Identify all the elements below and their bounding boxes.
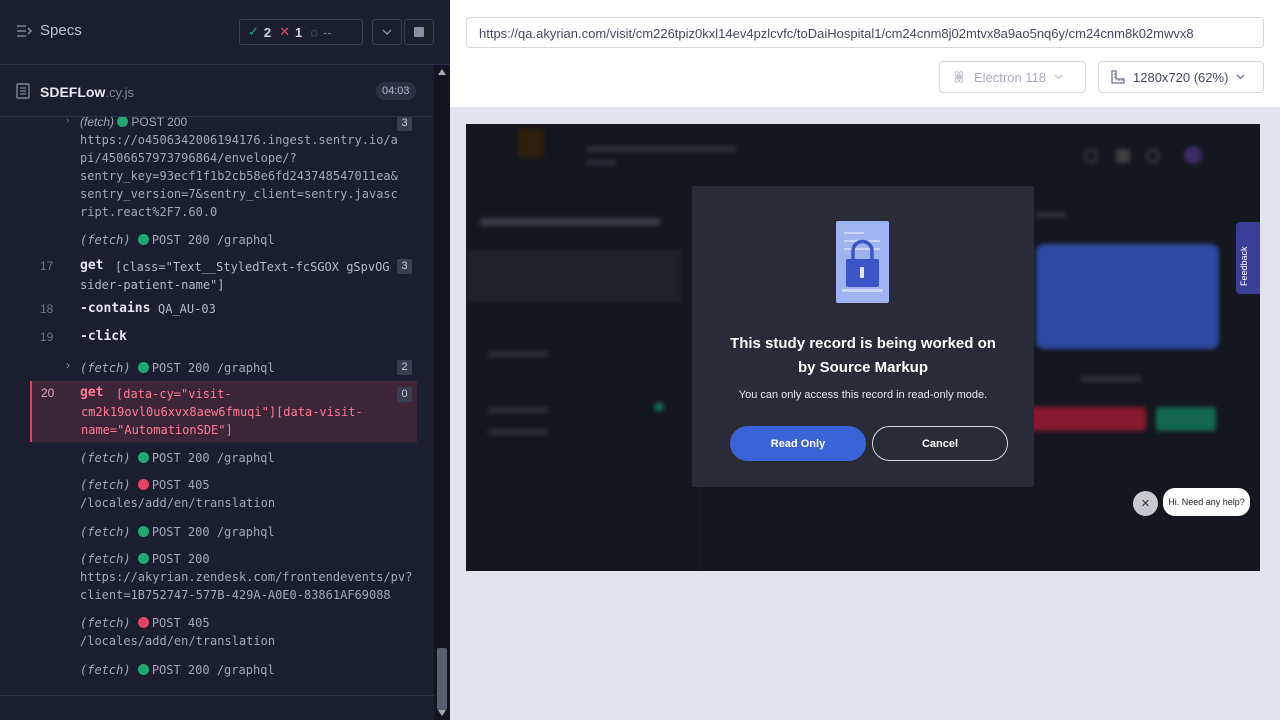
check-icon: ✓ — [248, 24, 259, 39]
command-17[interactable]: 17 get [class="Text__StyledText-fcSGOX g… — [30, 257, 417, 295]
log-entry[interactable]: (fetch) POST 405 /locales/add/en/transla… — [30, 476, 417, 514]
reporter-footer — [0, 695, 434, 720]
help-chat-bubble[interactable]: Hi. Need any help? — [1163, 488, 1250, 516]
log-entry[interactable]: (fetch) POST 200 /graphql — [30, 448, 417, 468]
log-entry[interactable]: (fetch) POST 200 /graphql — [30, 230, 417, 250]
log-entry-sentry[interactable]: › (fetch) POST 200 https://o450634200619… — [30, 117, 417, 227]
status-dot — [137, 617, 149, 628]
test-stats: ✓ 2 ✕ 1 ◌ -- — [239, 19, 363, 45]
app-preview-panel: https://qa.akyrian.com/visit/cm226tpiz0k… — [450, 0, 1280, 720]
count-badge: 3 — [397, 117, 412, 131]
viewport-select[interactable]: 1280x720 (62%) — [1098, 61, 1264, 93]
passed-count: 2 — [263, 24, 272, 40]
dialog-title: This study record is being worked on by … — [730, 335, 996, 376]
dialog-message: You can only access this record in read-… — [738, 389, 988, 401]
command-19[interactable]: 19 -click — [30, 329, 417, 349]
status-dot — [137, 664, 149, 675]
chevron-right-icon: › — [66, 117, 70, 126]
status-dot — [137, 452, 149, 463]
pending-stat: ◌ -- — [310, 25, 331, 40]
url-field[interactable]: https://qa.akyrian.com/visit/cm226tpiz0k… — [466, 17, 1264, 48]
read-only-dialog: This study record is being worked on by … — [692, 186, 1034, 487]
menu-icon — [17, 24, 32, 37]
document-icon — [16, 83, 30, 99]
chevron-down-icon — [382, 29, 392, 35]
command-20-failed[interactable]: 20 get [data-cy="visit-cm2k19ovl0u6xvx8a… — [30, 381, 417, 442]
status-dot — [137, 362, 149, 373]
read-only-button[interactable]: Read Only — [730, 426, 866, 461]
close-icon[interactable]: ✕ — [1133, 491, 1158, 516]
log-entry[interactable]: (fetch) POST 200 https://akyrian.zendesk… — [30, 550, 417, 606]
electron-icon — [954, 71, 964, 83]
status-dot — [137, 553, 149, 564]
passed-stat: ✓ 2 — [248, 24, 271, 40]
spec-duration: 04:03 — [376, 82, 416, 100]
cancel-button[interactable]: Cancel — [872, 426, 1008, 461]
expand-button[interactable] — [372, 19, 402, 45]
scroll-thumb[interactable] — [437, 648, 447, 710]
fetch-label: (fetch) — [80, 117, 115, 129]
log-entry[interactable]: (fetch) POST 405 /locales/add/en/transla… — [30, 614, 417, 652]
command-log: › (fetch) POST 200 https://o450634200619… — [0, 117, 432, 683]
log-entry[interactable]: › (fetch) POST 200 /graphql 2 — [30, 358, 417, 378]
stop-icon — [414, 27, 424, 37]
scroll-up-icon[interactable] — [438, 69, 446, 75]
chevron-down-icon — [1054, 74, 1063, 80]
reporter-header: Specs ✓ 2 ✕ 1 ◌ -- — [0, 0, 450, 65]
log-entry[interactable]: (fetch) POST 200 /graphql — [30, 660, 417, 680]
log-scrollbar[interactable] — [434, 65, 450, 720]
spec-file-name: SDEFLow.cy.js — [40, 84, 134, 100]
chevron-down-icon — [1236, 74, 1245, 80]
x-icon: ✕ — [279, 24, 291, 39]
ruler-icon — [1111, 70, 1125, 84]
spinner-icon: ◌ — [310, 24, 319, 40]
lock-document-icon — [836, 221, 889, 303]
log-entry[interactable]: (fetch) POST 200 /graphql — [30, 522, 417, 542]
cypress-reporter-panel: Specs ✓ 2 ✕ 1 ◌ -- SDEFLow.cy.js 04:03 ›… — [0, 0, 450, 720]
pending-count: -- — [323, 24, 332, 40]
spec-file-header: SDEFLow.cy.js 04:03 — [0, 65, 432, 117]
failed-count: 1 — [295, 24, 303, 40]
specs-label: Specs — [40, 22, 82, 39]
command-18[interactable]: 18 -contains QA_AU-03 — [30, 301, 417, 321]
status-dot — [117, 117, 129, 127]
stop-button[interactable] — [404, 19, 434, 45]
failed-stat: ✕ 1 — [279, 24, 302, 40]
chevron-right-icon: › — [66, 358, 70, 372]
viewport-size: 1280x720 (62%) — [1133, 69, 1229, 85]
scroll-down-icon[interactable] — [438, 710, 446, 716]
specs-toggle[interactable]: Specs — [16, 22, 82, 39]
browser-name: Electron 118 — [974, 69, 1047, 85]
request-url: https://o4506342006194176.ingest.sentry.… — [80, 133, 398, 219]
browser-select[interactable]: Electron 118 — [939, 61, 1086, 93]
status-dot — [137, 479, 149, 490]
status-dot — [137, 526, 149, 537]
status-text: POST 200 — [131, 117, 188, 129]
status-dot — [137, 234, 149, 245]
application-under-test: Feedback This study record is being work… — [466, 124, 1260, 571]
browser-header: https://qa.akyrian.com/visit/cm226tpiz0k… — [450, 0, 1280, 107]
feedback-tab[interactable]: Feedback — [1236, 222, 1260, 294]
